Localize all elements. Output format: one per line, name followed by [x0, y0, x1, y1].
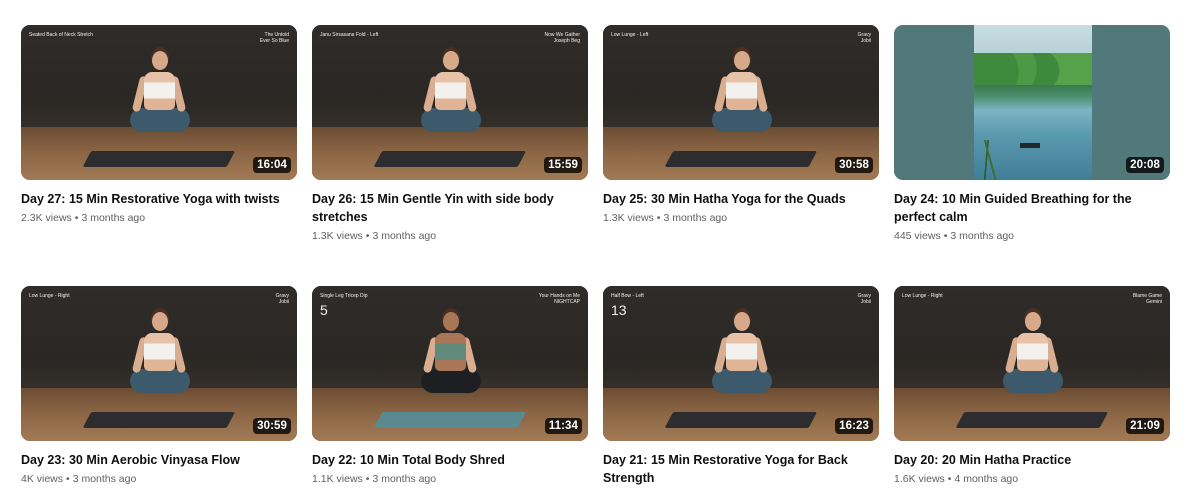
video-card[interactable]: 20:08 Day 24: 10 Min Guided Breathing fo…	[894, 25, 1170, 243]
duration-badge: 30:59	[253, 418, 291, 434]
meta-separator: •	[943, 230, 948, 242]
music-credit: Gravy Jobii	[275, 293, 289, 305]
video-title[interactable]: Day 22: 10 Min Total Body Shred	[312, 451, 588, 469]
video-meta: 1.3K views • 3 months ago	[312, 229, 588, 243]
music-credit: Now We Gather Joseph Beg	[544, 32, 580, 44]
video-thumbnail[interactable]: Half Bow - Left 13 Gravy Jobii 16:23	[603, 286, 879, 441]
video-meta: 1.1K views • 3 months ago	[312, 472, 588, 486]
upload-age: 3 months ago	[81, 212, 146, 224]
rep-counter: 5	[320, 302, 328, 318]
view-count: 1.3K views	[312, 230, 363, 242]
video-card[interactable]: Low Lunge - Right Gravy Jobii 30:59 Day …	[21, 286, 297, 486]
pose-caption: Seated Back of Neck Stretch	[29, 32, 93, 38]
music-credit: Gravy Jobii	[857, 32, 871, 44]
video-card[interactable]: Low Lunge - Right Blame Game Gemini 21:0…	[894, 286, 1170, 486]
upload-age: 3 months ago	[372, 473, 437, 485]
music-credit: The Untold Ever So Blue	[259, 32, 289, 44]
duration-badge: 15:59	[544, 157, 582, 173]
video-meta: 1.3K views • 3 months ago	[603, 211, 879, 225]
video-card[interactable]: Half Bow - Left 13 Gravy Jobii 16:23 Day…	[603, 286, 879, 487]
upload-age: 4 months ago	[954, 473, 1019, 485]
meta-separator: •	[656, 212, 661, 224]
view-count: 1.3K views	[603, 212, 654, 224]
meta-separator: •	[66, 473, 70, 485]
meta-separator: •	[365, 230, 370, 242]
video-thumbnail[interactable]: Low Lunge - Right Blame Game Gemini 21:0…	[894, 286, 1170, 441]
video-thumbnail[interactable]: 20:08	[894, 25, 1170, 180]
yoga-figure-image	[706, 51, 776, 161]
meta-separator: •	[365, 473, 370, 485]
video-grid: Seated Back of Neck Stretch The Untold E…	[0, 0, 1198, 498]
video-title[interactable]: Day 27: 15 Min Restorative Yoga with twi…	[21, 190, 297, 208]
pose-caption: Janu Sirsasana Fold - Left	[320, 32, 379, 38]
video-title[interactable]: Day 24: 10 Min Guided Breathing for the …	[894, 190, 1170, 226]
duration-badge: 16:04	[253, 157, 291, 173]
pose-caption: Low Lunge - Left	[611, 32, 649, 38]
video-title[interactable]: Day 23: 30 Min Aerobic Vinyasa Flow	[21, 451, 297, 469]
video-title[interactable]: Day 21: 15 Min Restorative Yoga for Back…	[603, 451, 879, 487]
duration-badge: 16:23	[835, 418, 873, 434]
video-meta: 445 views • 3 months ago	[894, 229, 1170, 243]
video-title[interactable]: Day 26: 15 Min Gentle Yin with side body…	[312, 190, 588, 226]
video-meta: 2.3K views • 3 months ago	[21, 211, 297, 225]
video-meta: 4K views • 3 months ago	[21, 472, 297, 486]
workout-figure-image	[415, 312, 485, 422]
yoga-figure-image	[706, 312, 776, 422]
upload-age: 3 months ago	[950, 230, 1015, 242]
video-thumbnail[interactable]: Low Lunge - Right Gravy Jobii 30:59	[21, 286, 297, 441]
music-credit: Gravy Jobii	[857, 293, 871, 305]
yoga-figure-image	[124, 312, 194, 422]
upload-age: 3 months ago	[72, 473, 137, 485]
video-thumbnail[interactable]: Seated Back of Neck Stretch The Untold E…	[21, 25, 297, 180]
pose-caption: Low Lunge - Right	[29, 293, 70, 299]
duration-badge: 21:09	[1126, 418, 1164, 434]
view-count: 4K views	[21, 473, 64, 485]
duration-badge: 20:08	[1126, 157, 1164, 173]
upload-age: 3 months ago	[663, 212, 728, 224]
video-thumbnail[interactable]: Single Leg Tricep Dip 5 Your Hands on Me…	[312, 286, 588, 441]
yoga-figure-image	[415, 51, 485, 161]
music-credit: Your Hands on Me NIGHTCAP	[538, 293, 580, 305]
video-card[interactable]: Janu Sirsasana Fold - Left Now We Gather…	[312, 25, 588, 243]
video-card[interactable]: Single Leg Tricep Dip 5 Your Hands on Me…	[312, 286, 588, 486]
duration-badge: 30:58	[835, 157, 873, 173]
meta-separator: •	[74, 212, 79, 224]
view-count: 1.6K views	[894, 473, 945, 485]
pose-caption: Low Lunge - Right	[902, 293, 943, 299]
duration-badge: 11:34	[544, 418, 582, 434]
meta-separator: •	[947, 473, 952, 485]
video-title[interactable]: Day 25: 30 Min Hatha Yoga for the Quads	[603, 190, 879, 208]
yoga-figure-image	[124, 51, 194, 161]
video-card[interactable]: Seated Back of Neck Stretch The Untold E…	[21, 25, 297, 225]
view-count: 2.3K views	[21, 212, 72, 224]
rep-counter: 13	[611, 302, 627, 318]
view-count: 1.1K views	[312, 473, 363, 485]
music-credit: Blame Game Gemini	[1132, 293, 1162, 305]
video-title[interactable]: Day 20: 20 Min Hatha Practice	[894, 451, 1170, 469]
video-thumbnail[interactable]: Low Lunge - Left Gravy Jobii 30:58	[603, 25, 879, 180]
yoga-figure-image	[997, 312, 1067, 422]
upload-age: 3 months ago	[372, 230, 437, 242]
video-meta: 1.6K views • 4 months ago	[894, 472, 1170, 486]
video-card[interactable]: Low Lunge - Left Gravy Jobii 30:58 Day 2…	[603, 25, 879, 225]
exercise-caption: Single Leg Tricep Dip	[320, 293, 368, 299]
view-count: 445 views	[894, 230, 941, 242]
video-thumbnail[interactable]: Janu Sirsasana Fold - Left Now We Gather…	[312, 25, 588, 180]
pose-caption: Half Bow - Left	[611, 293, 644, 299]
